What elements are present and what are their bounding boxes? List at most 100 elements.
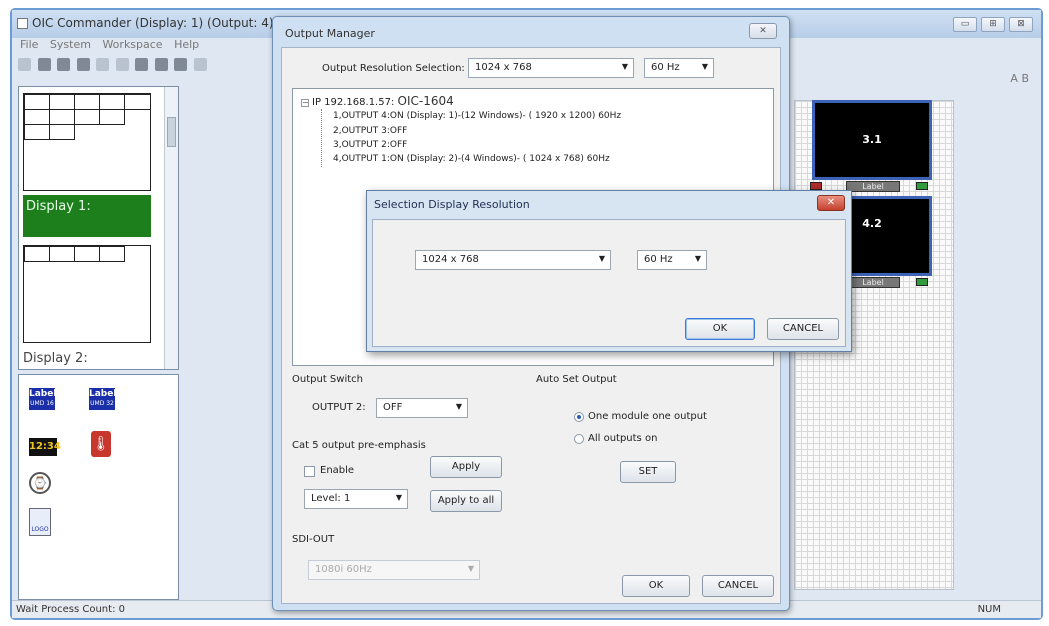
display-1-preview[interactable] [23, 93, 151, 191]
selection-ok-button[interactable]: OK [685, 318, 755, 340]
display-list[interactable]: Display 1: Display 2: [18, 86, 179, 370]
toolbar-right-buttons[interactable]: A B [1010, 72, 1029, 85]
open-icon[interactable] [57, 58, 70, 71]
chevron-down-icon: ▼ [395, 493, 402, 502]
output-switch-dropdown[interactable]: OFF ▼ [376, 398, 468, 418]
digital-clock-tool[interactable]: 12:34 [29, 438, 61, 456]
scrollbar-thumb[interactable] [167, 117, 176, 147]
menu-workspace[interactable]: Workspace [102, 38, 162, 51]
umd16-label-text: Label [29, 389, 57, 399]
set-button[interactable]: SET [620, 461, 676, 483]
grid-icon[interactable] [135, 58, 148, 71]
tool-palette: Label UMD 16 Label UMD 32 12:34 🌡 ⌚ LOGO [18, 374, 179, 600]
window-cell [99, 94, 125, 110]
chevron-down-icon: ▼ [701, 62, 708, 71]
enable-checkbox[interactable] [304, 466, 315, 477]
selection-display-resolution-dialog: Selection Display Resolution ✕ 1024 x 76… [366, 190, 852, 352]
tree-connector [321, 109, 322, 167]
selection-cancel-button[interactable]: CANCEL [767, 318, 839, 340]
umd32-label-text: Label [89, 389, 117, 399]
window-cell [24, 124, 50, 140]
window-cell [24, 246, 50, 262]
umd16-sub-text: UMD 16 [30, 400, 54, 407]
menu-help[interactable]: Help [174, 38, 199, 51]
layout-icon[interactable] [174, 58, 187, 71]
window-tile-3-1[interactable]: 3.1 [812, 100, 932, 180]
selection-dialog-title: Selection Display Resolution [374, 198, 530, 211]
apply-button[interactable]: Apply [430, 456, 502, 478]
window-cell [49, 94, 75, 110]
display-resolution-dropdown[interactable]: 1024 x 768 ▼ [415, 250, 611, 270]
columns-icon[interactable] [154, 58, 168, 71]
window-cell [24, 109, 50, 125]
analog-clock-icon[interactable]: ⌚ [29, 472, 51, 494]
output-switch-label: OUTPUT 2: [312, 402, 366, 413]
screen-icon[interactable] [193, 58, 207, 71]
window-cell [24, 94, 50, 110]
save-icon[interactable] [76, 58, 90, 71]
sdi-out-value: 1080i 60Hz [315, 564, 372, 575]
tree-output-item[interactable]: 1,OUTPUT 4:ON (Display: 1)-(12 Windows)-… [333, 111, 621, 121]
all-outputs-on-label: All outputs on [588, 433, 658, 444]
paste-icon[interactable] [37, 58, 51, 71]
output-manager-close-button[interactable]: ✕ [749, 23, 777, 39]
level-dropdown[interactable]: Level: 1 ▼ [304, 489, 408, 509]
chevron-down-icon: ▼ [694, 254, 701, 263]
level-value: Level: 1 [311, 493, 351, 504]
umd32-label-tool[interactable]: Label UMD 32 [89, 388, 117, 410]
ok-button[interactable]: OK [622, 575, 690, 597]
output-hz-dropdown[interactable]: 60 Hz ▼ [644, 58, 714, 78]
display-1-label[interactable]: Display 1: [23, 195, 151, 237]
thermometer-icon[interactable]: 🌡 [91, 431, 111, 457]
output-manager-title: Output Manager [285, 27, 375, 40]
tree-root-model: OIC-1604 [397, 94, 454, 108]
window-cell [124, 94, 151, 110]
selection-dialog-body: 1024 x 768 ▼ 60 Hz ▼ OK CANCEL [372, 219, 846, 347]
tile-status-led [810, 182, 822, 190]
display-2-label[interactable]: Display 2: [23, 351, 151, 366]
sdi-out-dropdown[interactable]: 1080i 60Hz ▼ [308, 560, 480, 580]
all-outputs-on-radio[interactable] [574, 434, 584, 444]
tree-output-item[interactable]: 3,OUTPUT 2:OFF [333, 140, 407, 150]
output-resolution-dropdown[interactable]: 1024 x 768 ▼ [468, 58, 634, 78]
copy-icon[interactable] [18, 58, 31, 71]
window-cell [49, 109, 75, 125]
status-process-count: Wait Process Count: 0 [16, 604, 125, 615]
main-window-title: OIC Commander (Display: 1) (Output: 4) (… [32, 16, 290, 30]
close-button[interactable]: ⊠ [1009, 17, 1033, 32]
window-cell [99, 246, 125, 262]
tree-output-item[interactable]: 2,OUTPUT 3:OFF [333, 126, 407, 136]
page-icon[interactable] [96, 58, 109, 71]
chevron-down-icon: ▼ [467, 564, 474, 573]
cancel-button[interactable]: CANCEL [702, 575, 774, 597]
chevron-down-icon: ▼ [598, 254, 605, 263]
logo-tool[interactable]: LOGO [29, 508, 51, 536]
display-list-scrollbar[interactable] [164, 87, 178, 369]
tile-3-1-label: Label [846, 181, 900, 192]
menu-file[interactable]: File [20, 38, 38, 51]
pre-emphasis-title: Cat 5 output pre-emphasis [292, 440, 426, 451]
one-module-one-output-label: One module one output [588, 411, 707, 422]
enable-label: Enable [320, 465, 355, 476]
umd16-label-tool[interactable]: Label UMD 16 [29, 388, 57, 410]
display-2-preview[interactable] [23, 245, 151, 343]
tree-output-item[interactable]: 4,OUTPUT 1:ON (Display: 2)-(4 Windows)- … [333, 154, 610, 164]
apply-to-all-button[interactable]: Apply to all [430, 490, 502, 512]
collapse-icon[interactable]: − [301, 99, 309, 107]
maximize-button[interactable]: ⊞ [981, 17, 1005, 32]
toolbar [18, 55, 278, 75]
tree-root-node[interactable]: − IP 192.168.1.57: OIC-1604 [301, 94, 454, 108]
resolution-selection-label: Output Resolution Selection: [322, 63, 465, 74]
output-resolution-value: 1024 x 768 [475, 62, 532, 73]
refresh-icon[interactable] [115, 58, 129, 71]
chevron-down-icon: ▼ [621, 62, 628, 71]
menu-system[interactable]: System [50, 38, 91, 51]
window-cell [49, 246, 75, 262]
tile-4-2-status-led [916, 278, 928, 286]
selection-dialog-close-button[interactable]: ✕ [817, 195, 845, 211]
umd32-sub-text: UMD 32 [90, 400, 114, 407]
chevron-down-icon: ▼ [455, 402, 462, 411]
minimize-button[interactable]: ▭ [953, 17, 977, 32]
display-hz-dropdown[interactable]: 60 Hz ▼ [637, 250, 707, 270]
one-module-one-output-radio[interactable] [574, 412, 584, 422]
